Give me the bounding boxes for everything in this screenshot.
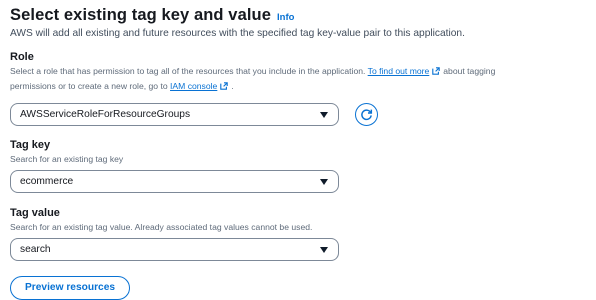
role-select-value: AWSServiceRoleForResourceGroups: [20, 109, 191, 120]
tag-key-select-value: ecommerce: [20, 176, 74, 187]
refresh-button[interactable]: [355, 103, 378, 126]
tag-value-select[interactable]: search: [10, 238, 339, 261]
preview-resources-button[interactable]: Preview resources: [10, 276, 131, 300]
tag-value-description: Search for an existing tag value. Alread…: [10, 222, 313, 232]
role-description-text-1: Select a role that has permission to tag…: [10, 66, 366, 76]
external-link-icon: [220, 82, 229, 90]
refresh-icon: [361, 109, 373, 121]
iam-console-link[interactable]: IAM console: [170, 81, 217, 91]
external-link-icon: [432, 67, 441, 75]
role-label: Role: [10, 51, 34, 63]
role-description: Select a role that has permission to tag…: [10, 64, 590, 94]
tag-selection-panel: Select existing tag key and value Info A…: [10, 6, 590, 300]
tag-key-description: Search for an existing tag key: [10, 154, 124, 164]
tag-key-select[interactable]: ecommerce: [10, 170, 339, 193]
page-title: Select existing tag key and value: [10, 6, 271, 24]
caret-down-icon: [320, 111, 328, 118]
role-description-text-2: about tagging: [443, 66, 496, 76]
page-subtitle: AWS will add all existing and future res…: [10, 28, 465, 39]
tag-key-label: Tag key: [10, 139, 51, 151]
header: Select existing tag key and value Info: [10, 6, 590, 25]
role-description-text-4: .: [231, 81, 234, 91]
caret-down-icon: [320, 178, 328, 185]
caret-down-icon: [320, 246, 328, 253]
find-out-more-link[interactable]: To find out more: [368, 66, 430, 76]
info-link[interactable]: Info: [277, 12, 294, 23]
tag-key-field-row: ecommerce: [10, 170, 590, 193]
tag-value-select-value: search: [20, 244, 51, 255]
role-select[interactable]: AWSServiceRoleForResourceGroups: [10, 103, 339, 126]
role-field-row: AWSServiceRoleForResourceGroups: [10, 103, 590, 126]
role-description-text-3: permissions or to create a new role, go …: [10, 81, 168, 91]
tag-value-label: Tag value: [10, 207, 60, 219]
tag-value-field-row: search: [10, 238, 590, 261]
